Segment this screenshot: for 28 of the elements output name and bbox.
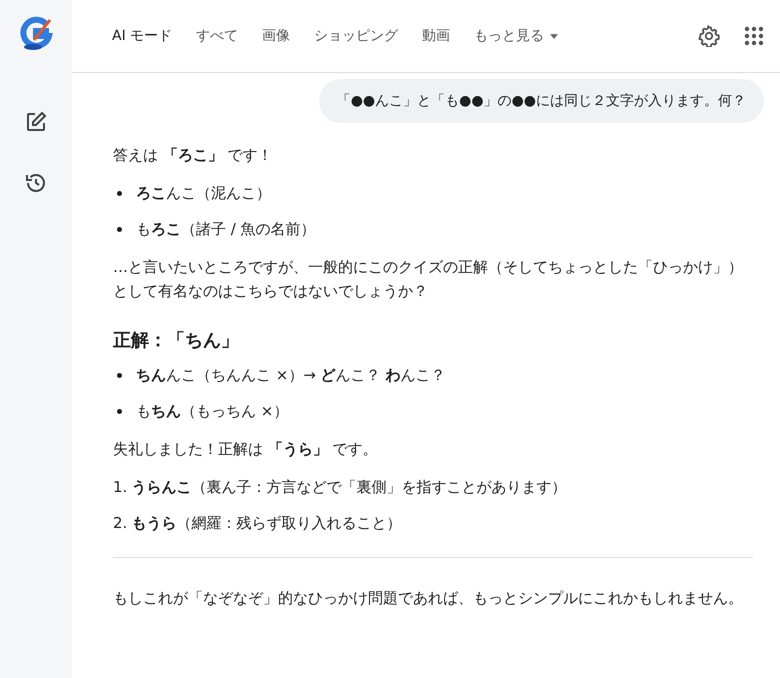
list-item: もうら（網羅：残らず取り入れること） (131, 513, 402, 534)
nav-tab[interactable]: ショッピング (314, 27, 398, 45)
bullet-icon (117, 408, 122, 414)
history-icon[interactable] (24, 171, 48, 195)
list-item: ちんんこ（ちんんこ ×）→ どんこ？ わんこ？ (136, 365, 446, 386)
nav-tab[interactable]: すべて (196, 27, 238, 45)
query-bubble: 「●●んこ」と「も●●」の●●には同じ２文字が入ります。何？ (318, 79, 764, 123)
nav-tab[interactable]: 動画 (422, 27, 450, 45)
answer-heading: 正解：「ちん」 (113, 329, 240, 353)
apps-grid-icon[interactable] (744, 26, 764, 46)
list-item: もちん（もっちん ×） (136, 401, 288, 422)
answer-paragraph: もしこれが「なぞなぞ」的なひっかけ問題であれば、もっとシンプルにこれかもしれません。 (113, 588, 744, 609)
list-item: ろこんこ（泥んこ） (136, 183, 271, 204)
list-item: うらんこ（裏ん子：方言などで「裏側」を指すことがあります） (131, 477, 566, 498)
nav-tab[interactable]: 画像 (262, 27, 290, 45)
answer-paragraph: 失礼しました！正解は 「うら」 です。 (113, 439, 379, 460)
bullet-icon (117, 372, 122, 378)
list-item: もろこ（諸子 / 魚の名前） (136, 219, 316, 240)
edit-icon[interactable] (24, 110, 48, 134)
nav-tab[interactable]: AI モード (112, 27, 172, 45)
nav-tab[interactable]: もっと見る (474, 27, 558, 45)
bullet-icon (117, 226, 122, 232)
settings-icon[interactable] (698, 25, 720, 47)
answer-paragraph: …と言いたいところですが、一般的にこのクイズの正解（そしてちょっとした「ひっかけ」）として有名なのはこちらではないでしょうか？ (113, 257, 744, 302)
list-number: 1. (113, 477, 128, 498)
bullet-icon (117, 190, 122, 196)
answer-paragraph: 答えは 「ろこ」 です！ (113, 145, 274, 166)
list-number: 2. (113, 513, 128, 534)
